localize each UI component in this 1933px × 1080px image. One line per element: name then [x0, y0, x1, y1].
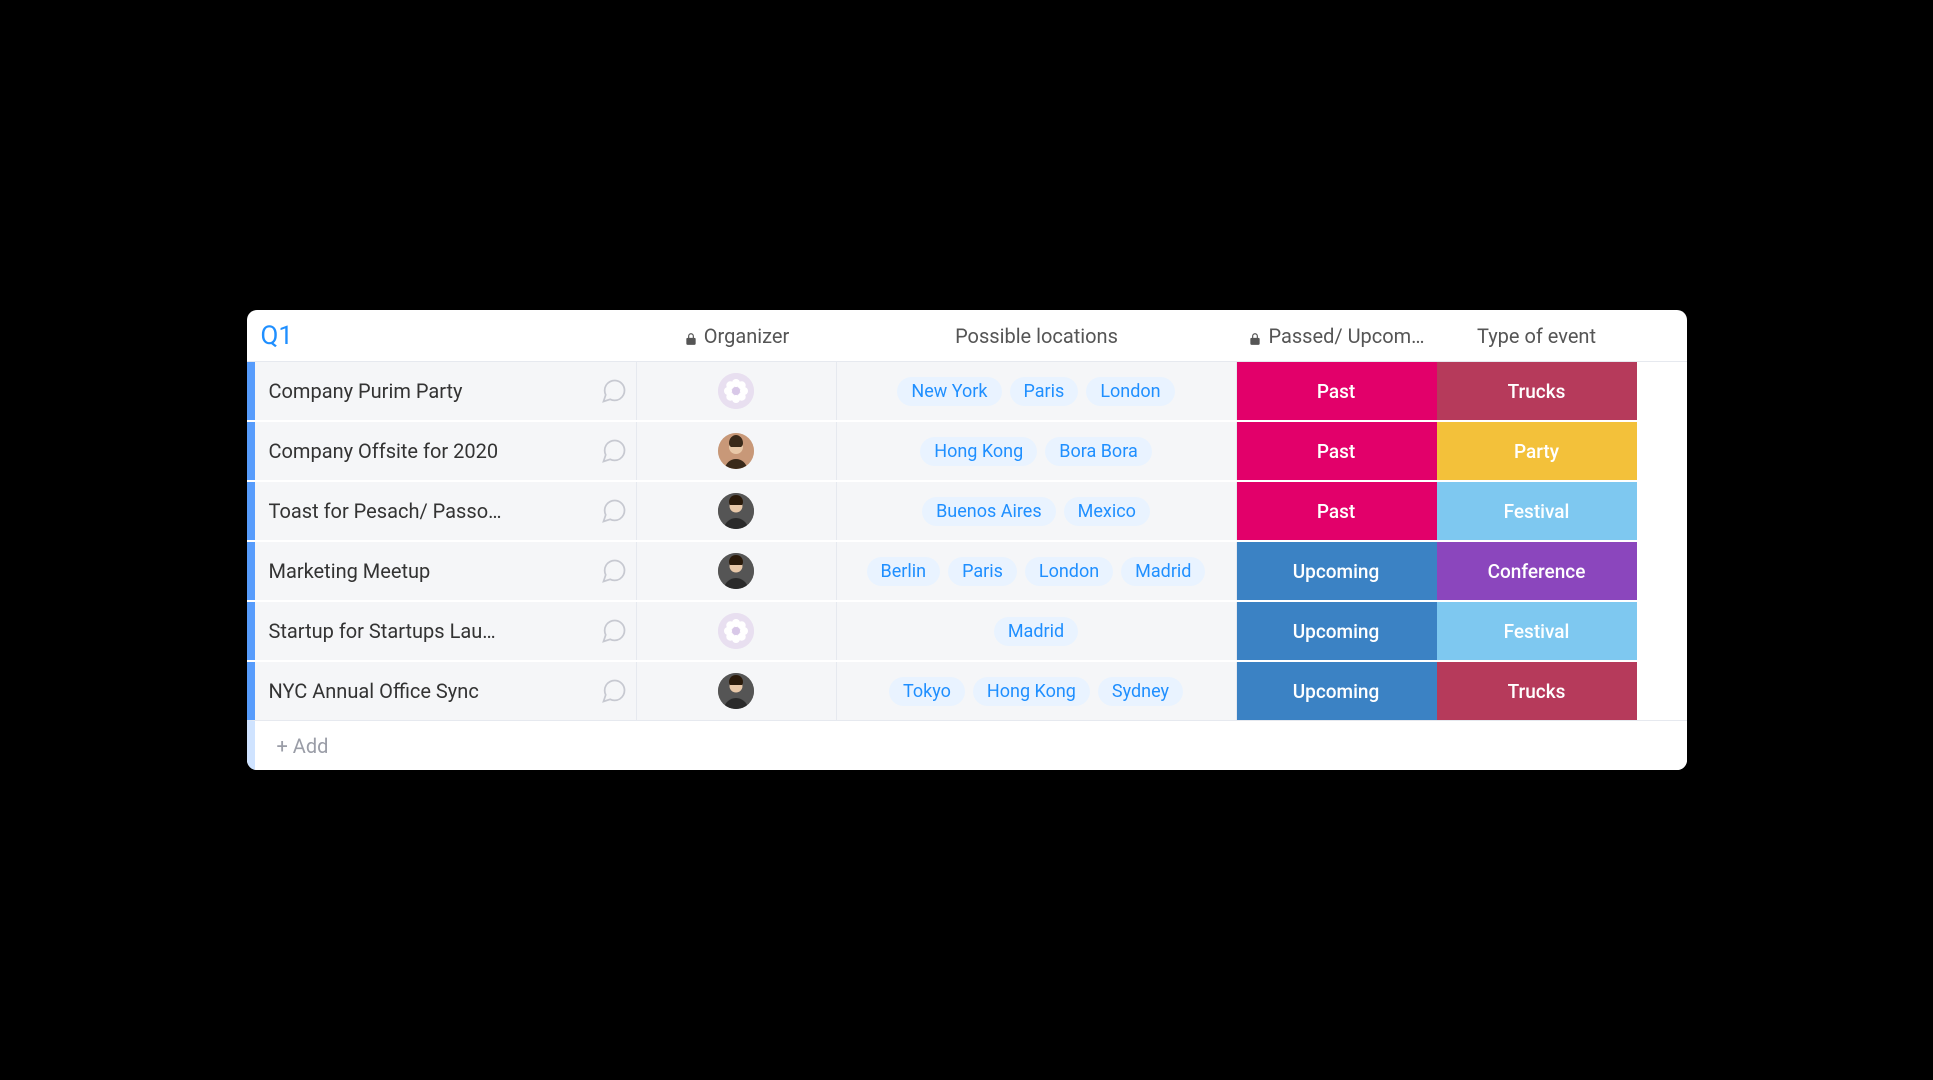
table-row: Company Purim Party New York ParisLondon Pa… — [247, 362, 1687, 420]
organizer-cell[interactable] — [637, 542, 837, 600]
chat-icon[interactable] — [592, 377, 636, 405]
location-chip[interactable]: Hong Kong — [973, 677, 1090, 706]
column-label: Type of event — [1477, 324, 1596, 348]
table-body: Company Purim PartyNew YorkParisLondonPa… — [247, 362, 1687, 720]
status-cell[interactable]: Upcoming — [1237, 542, 1437, 600]
organizer-cell[interactable] — [637, 662, 837, 720]
location-chip[interactable]: Paris — [1010, 377, 1079, 406]
item-name-cell[interactable]: NYC Annual Office Sync — [247, 662, 637, 720]
avatar — [718, 373, 754, 409]
chat-icon[interactable] — [592, 437, 636, 465]
table-row: Marketing Meetup BerlinParis London Madrid U… — [247, 542, 1687, 600]
chat-icon[interactable] — [592, 497, 636, 525]
organizer-cell[interactable] — [637, 422, 837, 480]
avatar — [718, 553, 754, 589]
avatar — [718, 493, 754, 529]
avatar — [718, 613, 754, 649]
locations-cell[interactable]: Tokyo Hong Kong Sydney — [837, 662, 1237, 720]
add-label: + Add — [277, 734, 329, 758]
type-cell[interactable]: Festival — [1437, 482, 1637, 540]
lock-icon — [1248, 328, 1262, 344]
events-board: Q1 Organizer Possible locations Passed/ … — [247, 310, 1687, 770]
locations-cell[interactable]: Hong Kong Bora Bora — [837, 422, 1237, 480]
type-cell[interactable]: Trucks — [1437, 362, 1637, 420]
column-header-status[interactable]: Passed/ Upcom… — [1237, 324, 1437, 348]
item-name-cell[interactable]: Marketing Meetup — [247, 542, 637, 600]
location-chip[interactable]: Madrid — [1121, 557, 1205, 586]
status-cell[interactable]: Past — [1237, 362, 1437, 420]
organizer-cell[interactable] — [637, 482, 837, 540]
status-cell[interactable]: Past — [1237, 482, 1437, 540]
item-name: Startup for Startups Lau… — [255, 619, 592, 643]
item-name: NYC Annual Office Sync — [255, 679, 592, 703]
locations-cell[interactable]: BerlinParis London Madrid — [837, 542, 1237, 600]
location-chip[interactable]: London — [1086, 377, 1174, 406]
item-name: Company Offsite for 2020 — [255, 439, 592, 463]
column-label: Organizer — [704, 324, 790, 348]
item-name-cell[interactable]: Startup for Startups Lau… — [247, 602, 637, 660]
table-row: Startup for Startups Lau… Madrid UpcomingF… — [247, 602, 1687, 660]
column-label: Possible locations — [955, 324, 1118, 348]
item-name: Toast for Pesach/ Passo… — [255, 499, 592, 523]
location-chip[interactable]: Mexico — [1064, 497, 1150, 526]
type-cell[interactable]: Trucks — [1437, 662, 1637, 720]
location-chip[interactable]: London — [1025, 557, 1113, 586]
type-cell[interactable]: Party — [1437, 422, 1637, 480]
column-header-locations[interactable]: Possible locations — [837, 324, 1237, 348]
location-chip[interactable]: Bora Bora — [1045, 437, 1152, 466]
locations-cell[interactable]: New York ParisLondon — [837, 362, 1237, 420]
location-chip[interactable]: Hong Kong — [920, 437, 1037, 466]
table-header: Q1 Organizer Possible locations Passed/ … — [247, 310, 1687, 362]
avatar — [718, 433, 754, 469]
locations-cell[interactable]: Madrid — [837, 602, 1237, 660]
location-chip[interactable]: Berlin — [867, 557, 941, 586]
item-name-cell[interactable]: Toast for Pesach/ Passo… — [247, 482, 637, 540]
location-chip[interactable]: Paris — [948, 557, 1017, 586]
chat-icon[interactable] — [592, 617, 636, 645]
item-name-cell[interactable]: Company Offsite for 2020 — [247, 422, 637, 480]
chat-icon[interactable] — [592, 677, 636, 705]
item-name-cell[interactable]: Company Purim Party — [247, 362, 637, 420]
status-cell[interactable]: Upcoming — [1237, 602, 1437, 660]
location-chip[interactable]: Buenos Aires — [922, 497, 1056, 526]
column-label: Passed/ Upcom… — [1268, 324, 1424, 348]
item-name: Marketing Meetup — [255, 559, 592, 583]
organizer-cell[interactable] — [637, 602, 837, 660]
chat-icon[interactable] — [592, 557, 636, 585]
lock-icon — [684, 328, 698, 344]
add-item-button[interactable]: + Add — [247, 720, 1687, 770]
location-chip[interactable]: Tokyo — [889, 677, 965, 706]
status-cell[interactable]: Upcoming — [1237, 662, 1437, 720]
location-chip[interactable]: New York — [897, 377, 1001, 406]
table-row: Toast for Pesach/ Passo… Buenos Aires Mexi… — [247, 482, 1687, 540]
type-cell[interactable]: Festival — [1437, 602, 1637, 660]
organizer-cell[interactable] — [637, 362, 837, 420]
item-name: Company Purim Party — [255, 379, 592, 403]
locations-cell[interactable]: Buenos Aires Mexico — [837, 482, 1237, 540]
location-chip[interactable]: Sydney — [1098, 677, 1183, 706]
column-header-type[interactable]: Type of event — [1437, 324, 1637, 348]
column-header-organizer[interactable]: Organizer — [637, 324, 837, 348]
status-cell[interactable]: Past — [1237, 422, 1437, 480]
type-cell[interactable]: Conference — [1437, 542, 1637, 600]
table-row: NYC Annual Office Sync Tokyo Hong Kong Sydn… — [247, 662, 1687, 720]
avatar — [718, 673, 754, 709]
location-chip[interactable]: Madrid — [994, 617, 1078, 646]
group-title[interactable]: Q1 — [247, 321, 637, 351]
table-row: Company Offsite for 2020 Hong Kong Bora Bo… — [247, 422, 1687, 480]
